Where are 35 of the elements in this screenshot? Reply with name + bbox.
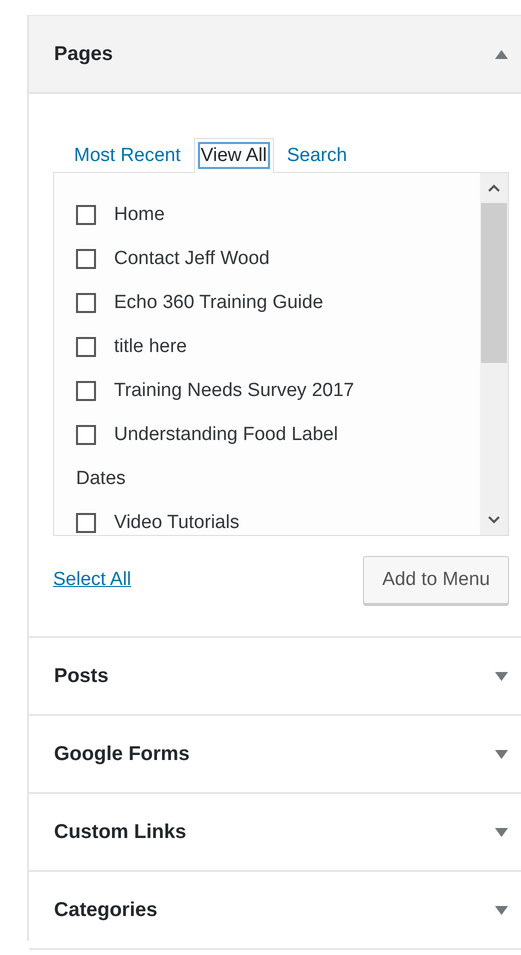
checkbox[interactable] [76,513,96,533]
expand-icon[interactable] [495,906,508,914]
page-label: Video Tutorials [114,512,240,534]
scrollbar[interactable] [480,173,508,535]
scroll-down-icon[interactable] [487,515,501,525]
page-label: Training Needs Survey 2017 [114,380,354,402]
group-label: Dates [76,467,127,491]
expand-icon[interactable] [495,672,508,680]
tab[interactable]: Most Recent [67,138,188,173]
section-title: Posts [54,664,108,688]
page-label: Home [114,204,165,226]
checkbox[interactable] [76,293,96,313]
expand-icon[interactable] [495,750,508,758]
page-label: Contact Jeff Wood [114,248,270,270]
collapse-icon[interactable] [495,50,508,58]
scrollbar-thumb[interactable] [481,203,507,363]
section-title: Google Forms [54,742,190,766]
expand-icon[interactable] [495,828,508,836]
page-label: title here [114,336,187,358]
add-to-menu-button[interactable]: Add to Menu [363,556,509,604]
section-title: Pages [54,42,113,66]
scroll-up-icon[interactable] [487,183,501,193]
section-header[interactable]: Pages [29,16,521,94]
tab[interactable]: View All [194,138,274,173]
page-label: Understanding Food Label [114,424,338,446]
checkbox[interactable] [76,337,96,357]
checkbox[interactable] [76,205,96,225]
section-title: Categories [54,898,158,922]
checkbox[interactable] [76,381,96,401]
section-title: Custom Links [54,820,186,844]
checkbox[interactable] [76,249,96,269]
select-all-link[interactable]: Select All [53,569,132,591]
page-label: Echo 360 Training Guide [114,292,324,314]
checkbox[interactable] [76,425,96,445]
tab[interactable]: Search [280,138,354,173]
